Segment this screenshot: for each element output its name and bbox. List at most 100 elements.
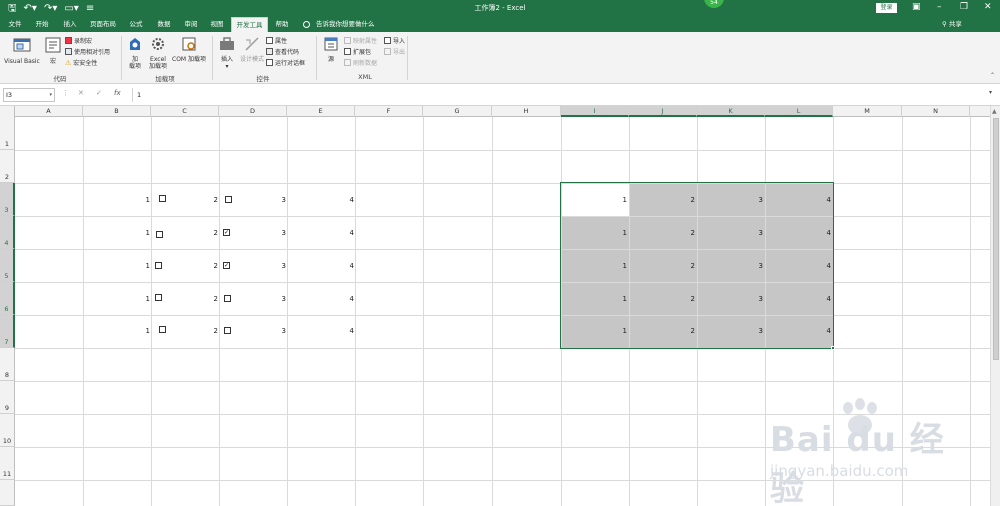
column-header-g[interactable]: G: [423, 106, 492, 117]
cell-c3[interactable]: 2: [188, 196, 218, 204]
row-header-12[interactable]: [0, 480, 15, 506]
record-macro-button[interactable]: 录制宏: [65, 36, 92, 45]
column-header-f[interactable]: F: [355, 106, 423, 117]
formula-input[interactable]: 1: [132, 88, 998, 102]
row-header-7[interactable]: 7: [0, 315, 15, 348]
tab-data[interactable]: 数据: [152, 17, 176, 32]
checkbox-d5-checked[interactable]: ✓: [223, 262, 230, 269]
properties-button[interactable]: 属性: [266, 36, 287, 45]
scroll-up-icon[interactable]: ▲: [992, 108, 997, 115]
column-header-m[interactable]: M: [833, 106, 902, 117]
column-header-h[interactable]: H: [492, 106, 561, 117]
cell-d3[interactable]: 3: [256, 196, 286, 204]
cell-b5[interactable]: 1: [120, 262, 150, 270]
tab-review[interactable]: 审阅: [179, 17, 203, 32]
fill-handle[interactable]: [831, 346, 835, 350]
row-header-5[interactable]: 5: [0, 249, 15, 282]
row-header-2[interactable]: 2: [0, 150, 15, 183]
enter-icon[interactable]: ✓: [96, 89, 102, 97]
cell-d4[interactable]: 3: [256, 229, 286, 237]
cell-c6[interactable]: 2: [188, 295, 218, 303]
tab-page-layout[interactable]: 页面布局: [86, 17, 120, 32]
tab-developer[interactable]: 开发工具: [231, 17, 268, 32]
checkbox-c6[interactable]: [155, 294, 162, 301]
login-button[interactable]: 登录: [876, 3, 897, 13]
checkbox-d3[interactable]: [225, 196, 232, 203]
cell-c7[interactable]: 2: [188, 327, 218, 335]
row-header-4[interactable]: 4: [0, 216, 15, 249]
view-code-button[interactable]: 查看代码: [266, 47, 299, 56]
tab-file[interactable]: 文件: [3, 17, 27, 32]
tab-help[interactable]: 帮助: [270, 17, 294, 32]
minimize-icon[interactable]: –: [937, 2, 942, 12]
column-header-j[interactable]: J: [629, 106, 697, 117]
checkbox-c5[interactable]: [155, 262, 162, 269]
cell-b7[interactable]: 1: [120, 327, 150, 335]
cell-b6[interactable]: 1: [120, 295, 150, 303]
tell-me-search[interactable]: 告诉我你想要做什么: [316, 17, 375, 32]
expand-formula-bar-icon[interactable]: ▾: [989, 89, 992, 96]
macros-button[interactable]: 宏: [44, 36, 62, 65]
map-properties-button[interactable]: 映射属性: [344, 36, 377, 45]
macro-security-button[interactable]: ⚠ 宏安全性: [65, 58, 97, 68]
excel-addins-button[interactable]: Excel 加载项: [147, 36, 169, 70]
tab-insert[interactable]: 插入: [58, 17, 82, 32]
cell-c4[interactable]: 2: [188, 229, 218, 237]
cell-e4[interactable]: 4: [324, 229, 354, 237]
close-icon[interactable]: ✕: [984, 2, 992, 12]
collapse-ribbon-icon[interactable]: ⌃: [990, 72, 995, 79]
cancel-icon[interactable]: ✕: [78, 89, 84, 97]
name-box[interactable]: I3 ▾: [3, 88, 55, 102]
insert-control-button[interactable]: 插入 ▾: [217, 36, 237, 70]
checkbox-c4[interactable]: [156, 231, 163, 238]
cell-d7[interactable]: 3: [256, 327, 286, 335]
column-header-b[interactable]: B: [83, 106, 151, 117]
column-header-k[interactable]: K: [697, 106, 765, 117]
column-header-e[interactable]: E: [287, 106, 355, 117]
addins-button[interactable]: 加 载项: [126, 36, 144, 70]
tab-view[interactable]: 视图: [205, 17, 229, 32]
restore-icon[interactable]: ❐: [960, 2, 968, 12]
row-header-6[interactable]: 6: [0, 282, 15, 315]
column-header-a[interactable]: A: [15, 106, 83, 117]
column-header-n[interactable]: N: [902, 106, 970, 117]
checkbox-d7[interactable]: [224, 327, 231, 334]
column-header-l[interactable]: L: [765, 106, 833, 117]
cell-e5[interactable]: 4: [324, 262, 354, 270]
row-header-8[interactable]: 8: [0, 348, 15, 381]
checkbox-d4-checked[interactable]: ✓: [223, 229, 230, 236]
cell-d5[interactable]: 3: [256, 262, 286, 270]
ribbon-options-icon[interactable]: ▣: [912, 2, 921, 12]
select-all-button[interactable]: [0, 106, 15, 117]
column-header-c[interactable]: C: [151, 106, 219, 117]
relative-reference-button[interactable]: 使用相对引用: [65, 47, 110, 56]
cell-d6[interactable]: 3: [256, 295, 286, 303]
refresh-data-button[interactable]: 刷新数据: [344, 58, 377, 67]
expansion-packs-button[interactable]: 扩展包: [344, 47, 371, 56]
cell-b4[interactable]: 1: [120, 229, 150, 237]
cell-b3[interactable]: 1: [120, 196, 150, 204]
com-addins-button[interactable]: COM 加载项: [170, 36, 208, 63]
checkbox-c3[interactable]: [159, 195, 166, 202]
import-button[interactable]: 导入: [384, 36, 405, 45]
checkbox-d6[interactable]: [224, 295, 231, 302]
cell-e3[interactable]: 4: [324, 196, 354, 204]
scrollbar-thumb[interactable]: [993, 118, 999, 360]
tab-formulas[interactable]: 公式: [124, 17, 148, 32]
cell-c5[interactable]: 2: [188, 262, 218, 270]
row-header-11[interactable]: 11: [0, 447, 15, 480]
run-dialog-button[interactable]: 运行对话框: [266, 58, 305, 67]
design-mode-button[interactable]: 设计模式: [238, 36, 266, 63]
export-button[interactable]: 导出: [384, 47, 405, 56]
visual-basic-button[interactable]: Visual Basic: [3, 36, 41, 65]
row-header-3[interactable]: 3: [0, 183, 15, 216]
row-header-1[interactable]: 1: [0, 117, 15, 150]
row-header-10[interactable]: 10: [0, 414, 15, 447]
insert-function-icon[interactable]: fx: [114, 89, 121, 97]
column-header-i[interactable]: I: [561, 106, 629, 117]
row-header-9[interactable]: 9: [0, 381, 15, 414]
tab-home[interactable]: 开始: [30, 17, 54, 32]
cell-e6[interactable]: 4: [324, 295, 354, 303]
vertical-scrollbar[interactable]: ▲: [990, 106, 1000, 506]
column-header-d[interactable]: D: [219, 106, 287, 117]
